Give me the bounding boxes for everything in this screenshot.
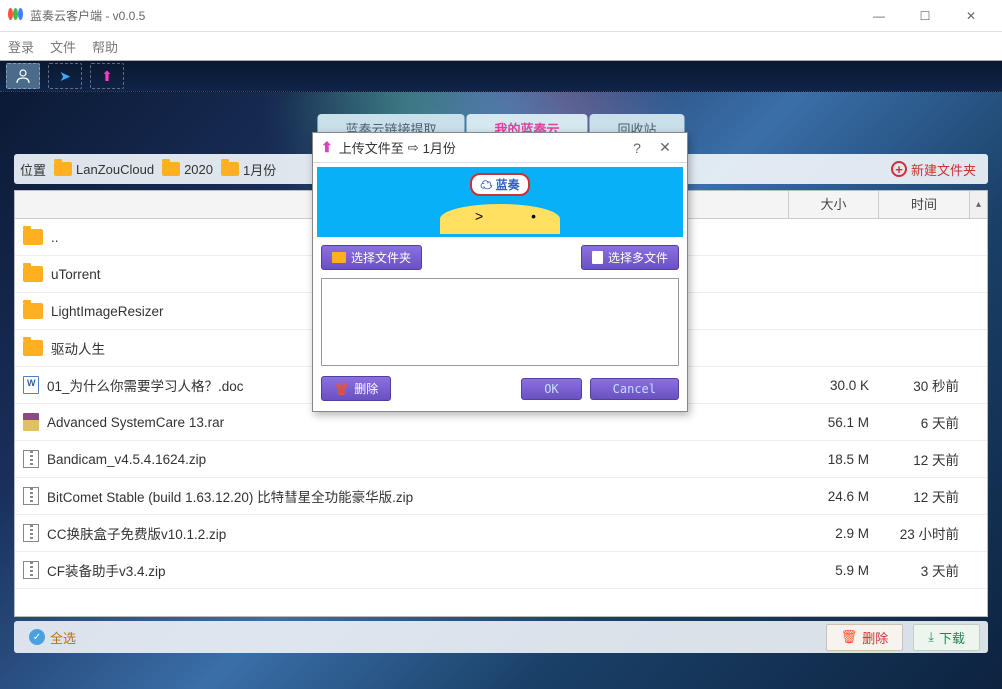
file-name: .. <box>51 230 59 245</box>
app-logo-icon <box>8 8 24 24</box>
column-size[interactable]: 大小 <box>789 191 879 218</box>
titlebar: 蓝奏云客户端 - v0.0.5 ― ☐ ✕ <box>0 0 1002 32</box>
file-time: 3 天前 <box>879 560 969 580</box>
file-name: CC换肤盒子免费版v10.1.2.zip <box>47 523 226 543</box>
cloud-logo-icon: ☁ 蓝奏 <box>470 173 529 196</box>
folder-icon <box>23 340 43 356</box>
window-title: 蓝奏云客户端 - v0.0.5 <box>30 7 856 24</box>
refresh-icon[interactable]: ➤ <box>48 63 82 89</box>
dialog-delete-button[interactable]: 🗑 删除 <box>321 376 391 401</box>
select-all-button[interactable]: ✓ 全选 <box>22 625 83 650</box>
file-name: LightImageResizer <box>51 304 164 319</box>
file-size: 56.1 M <box>789 415 879 430</box>
file-time: 30 秒前 <box>879 375 969 395</box>
maximize-button[interactable]: ☐ <box>902 0 948 32</box>
table-row[interactable]: CF装备助手v3.4.zip 5.9 M3 天前 <box>15 552 987 589</box>
file-name: CF装备助手v3.4.zip <box>47 560 166 580</box>
file-name: Bandicam_v4.5.4.1624.zip <box>47 452 206 467</box>
zip-icon <box>23 487 39 505</box>
folder-icon <box>23 266 43 282</box>
trash-icon: 🗑 <box>334 382 349 396</box>
scroll-up-icon[interactable]: ▴ <box>969 191 987 218</box>
dialog-cancel-button[interactable]: Cancel <box>590 378 679 400</box>
file-name: 01_为什么你需要学习人格？.doc <box>47 375 244 395</box>
table-row[interactable]: CC换肤盒子免费版v10.1.2.zip 2.9 M23 小时前 <box>15 515 987 552</box>
upload-icon[interactable]: ⬆ <box>90 63 124 89</box>
content-area: 蓝奏云链接提取 我的蓝奏云 回收站 位置 LanZouCloud 2020 1月… <box>0 92 1002 689</box>
zip-icon <box>23 450 39 468</box>
plus-icon: + <box>891 161 907 177</box>
file-time: 12 天前 <box>879 486 969 506</box>
check-icon: ✓ <box>29 629 45 645</box>
file-name: uTorrent <box>51 267 101 282</box>
bottom-bar: ✓ 全选 🗑 删除 ⤓ 下载 <box>14 621 988 653</box>
table-row[interactable]: BitComet Stable (build 1.63.12.20) 比特彗星全… <box>15 478 987 515</box>
file-size: 2.9 M <box>789 526 879 541</box>
dialog-banner: ☁ 蓝奏 <box>317 167 683 237</box>
folder-icon <box>23 229 43 245</box>
dialog-titlebar: ⬆ 上传文件至 ⇨ 1月份 ? ✕ <box>313 133 687 163</box>
file-name: 驱动人生 <box>51 338 105 358</box>
delete-button[interactable]: 🗑 删除 <box>826 624 904 651</box>
rar-icon <box>23 413 39 431</box>
folder-icon <box>54 162 72 176</box>
file-size: 18.5 M <box>789 452 879 467</box>
user-icon[interactable] <box>6 63 40 89</box>
breadcrumb-item[interactable]: 2020 <box>162 162 213 177</box>
file-size: 24.6 M <box>789 489 879 504</box>
arrow-icon: ⇨ <box>408 140 419 156</box>
download-icon: ⤓ <box>928 629 934 645</box>
dialog-close-button[interactable]: ✕ <box>651 139 679 156</box>
folder-icon <box>221 162 239 176</box>
doc-icon <box>23 376 39 394</box>
file-name: Advanced SystemCare 13.rar <box>47 415 224 430</box>
file-time: 12 天前 <box>879 449 969 469</box>
location-label: 位置 <box>20 160 46 179</box>
file-size: 30.0 K <box>789 378 879 393</box>
new-folder-button[interactable]: + 新建文件夹 <box>885 158 982 181</box>
upload-dialog: ⬆ 上传文件至 ⇨ 1月份 ? ✕ ☁ 蓝奏 选择文件夹 选择多文件 🗑 <box>312 132 688 412</box>
file-name: BitComet Stable (build 1.63.12.20) 比特彗星全… <box>47 486 413 506</box>
download-button[interactable]: ⤓ 下载 <box>913 624 980 651</box>
close-button[interactable]: ✕ <box>948 0 994 32</box>
dialog-file-list[interactable] <box>321 278 679 366</box>
folder-icon <box>332 252 346 263</box>
table-row[interactable]: Bandicam_v4.5.4.1624.zip 18.5 M12 天前 <box>15 441 987 478</box>
dialog-help-button[interactable]: ? <box>623 140 651 156</box>
folder-icon <box>23 303 43 319</box>
file-icon <box>592 251 603 264</box>
select-files-button[interactable]: 选择多文件 <box>581 245 679 270</box>
menu-help[interactable]: 帮助 <box>92 37 118 56</box>
file-size: 5.9 M <box>789 563 879 578</box>
select-folder-button[interactable]: 选择文件夹 <box>321 245 422 270</box>
minimize-button[interactable]: ― <box>856 0 902 32</box>
toolbar: ➤ ⬆ <box>0 60 1002 92</box>
dialog-ok-button[interactable]: OK <box>521 378 581 400</box>
breadcrumb-item[interactable]: 1月份 <box>221 160 276 179</box>
breadcrumb-item[interactable]: LanZouCloud <box>54 162 154 177</box>
trash-icon: 🗑 <box>841 629 858 645</box>
menubar: 登录 文件 帮助 <box>0 32 1002 60</box>
file-time: 6 天前 <box>879 412 969 432</box>
menu-file[interactable]: 文件 <box>50 37 76 56</box>
mascot-icon <box>440 204 560 234</box>
menu-login[interactable]: 登录 <box>8 37 34 56</box>
zip-icon <box>23 524 39 542</box>
folder-icon <box>162 162 180 176</box>
zip-icon <box>23 561 39 579</box>
column-time[interactable]: 时间 <box>879 191 969 218</box>
upload-arrow-icon: ⬆ <box>321 139 333 156</box>
file-time: 23 小时前 <box>879 523 969 543</box>
